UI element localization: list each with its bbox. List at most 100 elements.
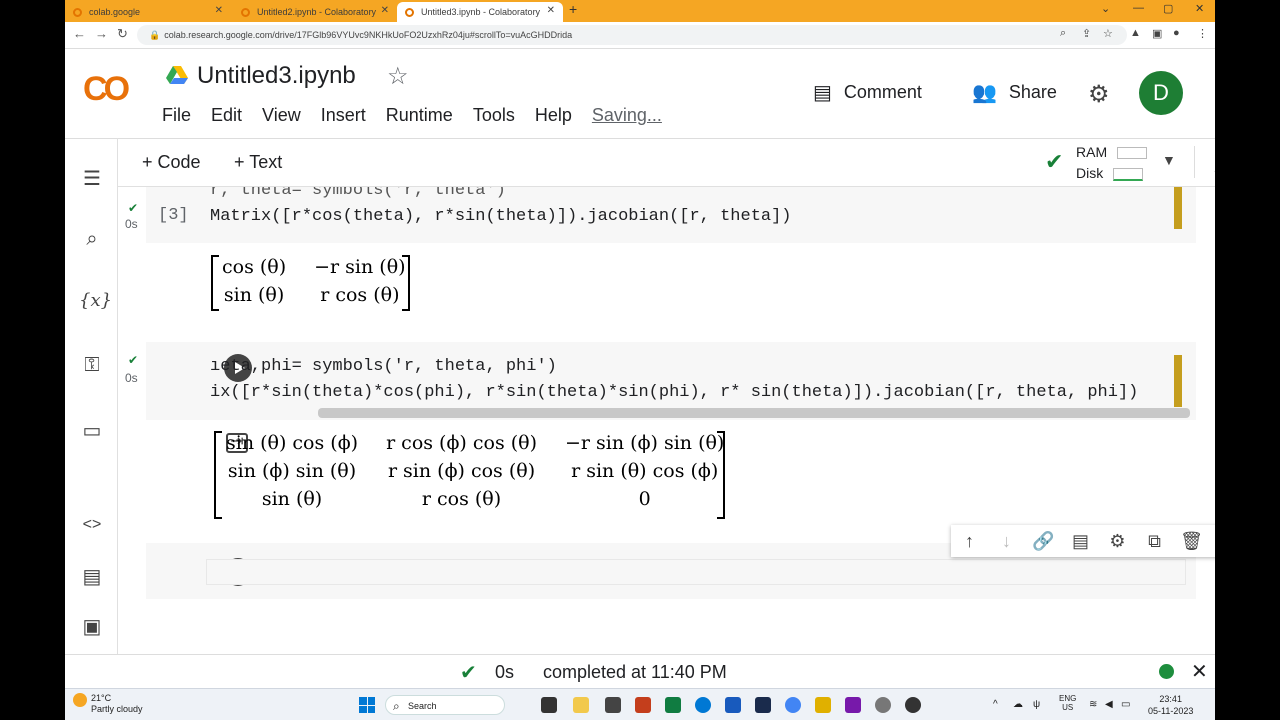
code-line[interactable]: ix([r*sin(theta)*cos(phi), r*sin(theta)*… <box>210 383 1138 402</box>
variables-icon[interactable]: {x} <box>79 290 112 311</box>
menu-insert[interactable]: Insert <box>321 105 366 126</box>
file-explorer-icon[interactable] <box>573 697 589 713</box>
close-window-icon[interactable]: ✕ <box>1195 2 1204 15</box>
url-field[interactable]: 🔒 colab.research.google.com/drive/17FGlb9… <box>137 25 1127 45</box>
menu-tools[interactable]: Tools <box>473 105 515 126</box>
zoom-icon[interactable]: ⌕ <box>1060 27 1066 40</box>
menu-help[interactable]: Help <box>535 105 572 126</box>
matrix-entry: sin (θ) cos (ϕ) <box>226 432 359 454</box>
avatar[interactable]: D <box>1139 71 1183 115</box>
code-line[interactable]: Matrix([r*cos(theta), r*sin(theta)]).jac… <box>210 207 792 226</box>
folder-icon[interactable]: ▭ <box>79 418 105 443</box>
chevron-down-icon[interactable]: ⌄ <box>1101 2 1110 15</box>
comment-button[interactable]: ▤ Comment <box>813 80 922 105</box>
saving-status[interactable]: Saving... <box>592 105 662 126</box>
mirror-cell-icon[interactable]: ⧉ <box>1136 531 1173 552</box>
notebook-toolbar: + Code + Text ✔ RAM Disk ▼ ︿ <box>118 138 1215 187</box>
resource-monitor[interactable]: RAM Disk <box>1076 142 1148 184</box>
comment-icon[interactable]: ▤ <box>1062 531 1099 552</box>
close-icon[interactable]: ✕ <box>215 5 223 16</box>
menu-edit[interactable]: Edit <box>211 105 242 126</box>
empty-code-input[interactable] <box>206 559 1186 585</box>
sidepanel-icon[interactable]: ▣ <box>1152 27 1162 40</box>
system-clock[interactable]: 23:41 05-11-2023 <box>1148 693 1193 717</box>
add-text-button[interactable]: + Text <box>234 152 282 173</box>
windows-start-icon[interactable] <box>359 697 375 713</box>
horizontal-scrollbar[interactable] <box>318 408 1190 418</box>
browser-tab-2[interactable]: Untitled2.ipynb - Colaboratory ✕ <box>233 2 397 22</box>
caret-down-icon[interactable]: ▼ <box>1162 152 1176 168</box>
usb-icon[interactable]: ψ <box>1033 699 1040 710</box>
menu-runtime[interactable]: Runtime <box>386 105 453 126</box>
language-indicator[interactable]: ENG US <box>1059 694 1076 712</box>
terminal-icon[interactable]: ▣ <box>79 614 105 639</box>
key-icon[interactable]: ⚿ <box>79 354 105 377</box>
profile-icon[interactable]: ● <box>1173 27 1180 39</box>
matrix-entry: −r sin (θ) <box>314 256 406 278</box>
new-tab-button[interactable]: + <box>569 1 577 17</box>
share-page-icon[interactable]: ⇪ <box>1082 27 1091 40</box>
colab-logo[interactable]: CO <box>83 70 130 109</box>
edge-icon[interactable] <box>695 697 711 713</box>
gear-icon[interactable]: ⚙ <box>1099 531 1136 552</box>
left-sidebar: ☰ ⌕ {x} ⚿ ▭ <> ▤ ▣ <box>65 138 118 654</box>
close-icon[interactable]: ✕ <box>1191 659 1208 684</box>
store-icon[interactable] <box>605 697 621 713</box>
powerpoint-icon[interactable] <box>635 697 651 713</box>
onenote-icon[interactable] <box>845 697 861 713</box>
more-icon[interactable]: ⋮ <box>1210 531 1215 552</box>
search-icon[interactable]: ⌕ <box>79 228 105 251</box>
extension-icon[interactable]: ▲ <box>1130 27 1141 39</box>
close-icon[interactable]: ✕ <box>381 5 389 16</box>
back-icon[interactable]: ← <box>73 26 86 41</box>
wifi-icon[interactable]: ≋ <box>1089 699 1097 710</box>
star-icon[interactable]: ☆ <box>387 62 409 91</box>
forward-icon[interactable]: → <box>95 26 108 41</box>
bookmark-star-icon[interactable]: ☆ <box>1103 27 1113 40</box>
app-icon[interactable] <box>755 697 771 713</box>
volume-icon[interactable]: ◀ <box>1105 699 1113 710</box>
notebook-title[interactable]: Untitled3.ipynb <box>197 62 356 90</box>
browser-tab-1[interactable]: colab.google ✕ <box>65 2 231 22</box>
onedrive-icon[interactable]: ☁ <box>1013 699 1023 710</box>
browser-tab-3[interactable]: Untitled3.ipynb - Colaboratory ✕ <box>397 2 563 22</box>
task-view-icon[interactable] <box>541 697 557 713</box>
kebab-menu-icon[interactable]: ⋮ <box>1197 27 1208 40</box>
code-line[interactable]: r, theta= symbols('r, theta') <box>210 187 506 200</box>
command-palette-icon[interactable]: ▤ <box>79 564 105 589</box>
share-button[interactable]: 👥 Share <box>972 80 1057 105</box>
matrix-entry: r cos (θ) <box>320 284 400 306</box>
excel-icon[interactable] <box>665 697 681 713</box>
add-code-button[interactable]: + Code <box>142 152 201 173</box>
runtime-status-dot[interactable] <box>1159 664 1174 679</box>
collapse-header-icon[interactable]: ︿ <box>1214 148 1215 177</box>
snipping-tool-icon[interactable] <box>815 697 831 713</box>
notebook-content[interactable]: ✔ 0s [3] r, theta= symbols('r, theta') M… <box>118 187 1215 654</box>
chevron-up-icon[interactable]: ^ <box>993 699 998 710</box>
table-of-contents-icon[interactable]: ☰ <box>79 166 105 191</box>
chrome-icon[interactable] <box>785 697 801 713</box>
move-down-icon[interactable]: ↓ <box>988 531 1025 552</box>
menu-file[interactable]: File <box>162 105 191 126</box>
reload-icon[interactable]: ↻ <box>117 26 128 42</box>
maximize-icon[interactable]: ▢ <box>1163 2 1173 15</box>
close-icon[interactable]: ✕ <box>547 5 555 16</box>
jacobian-output-3x3: sin (θ) cos (ϕ) r cos (ϕ) cos (θ) −r sin (… <box>212 429 738 513</box>
weather-widget[interactable]: 21°C Partly cloudy <box>73 693 143 715</box>
tab-strip: colab.google ✕ Untitled2.ipynb - Colabor… <box>65 0 1215 22</box>
code-snippets-icon[interactable]: <> <box>79 516 105 534</box>
menu-view[interactable]: View <box>262 105 301 126</box>
google-drive-icon[interactable] <box>166 66 188 84</box>
battery-icon[interactable]: ▭ <box>1121 699 1130 710</box>
taskbar-search[interactable]: Search <box>385 695 505 716</box>
settings-icon[interactable] <box>875 697 891 713</box>
matrix-entry: r cos (ϕ) cos (θ) <box>386 432 538 454</box>
code-line[interactable]: ıeta,phi= symbols('r, theta, phi') <box>210 357 557 376</box>
minimize-icon[interactable]: — <box>1133 2 1144 14</box>
delete-icon[interactable]: 🗑 <box>1173 531 1210 552</box>
settings-gear-icon[interactable]: ⚙ <box>1088 80 1110 109</box>
word-icon[interactable] <box>725 697 741 713</box>
media-icon[interactable] <box>905 697 921 713</box>
link-icon[interactable]: 🔗 <box>1025 531 1062 552</box>
move-up-icon[interactable]: ↑ <box>951 531 988 552</box>
